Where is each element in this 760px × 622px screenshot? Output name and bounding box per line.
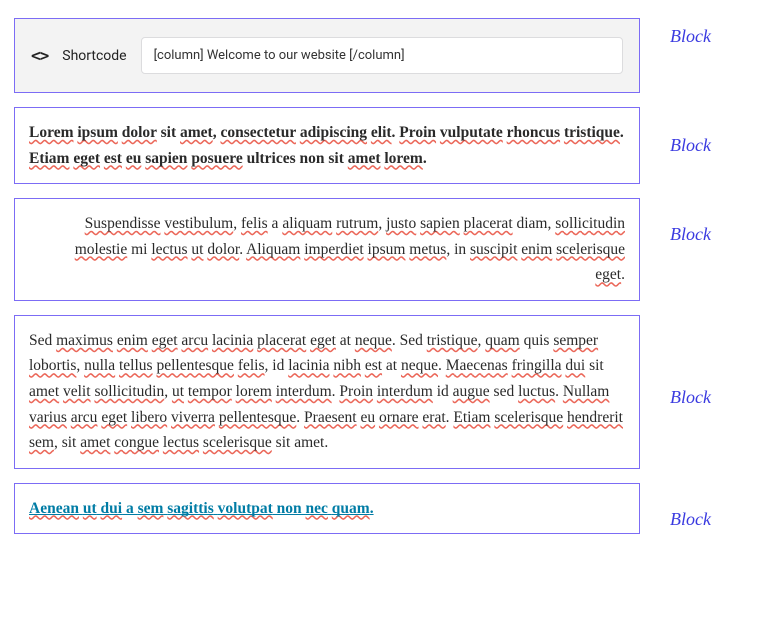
shortcode-input[interactable]	[141, 37, 623, 74]
shortcode-title: Shortcode	[62, 48, 126, 64]
block-label: Block	[670, 315, 746, 408]
heading-block-link[interactable]: Aenean ut dui a sem sagittis volutpat no…	[14, 483, 640, 535]
block-label: Block	[670, 483, 746, 530]
block-label: Block	[670, 18, 746, 47]
block-label: Block	[670, 107, 746, 156]
heading-link[interactable]: Aenean ut dui a sem sagittis volutpat no…	[29, 500, 374, 517]
paragraph-block-bold[interactable]: Lorem ipsum dolor sit amet, consectetur …	[14, 107, 640, 184]
block-label: Block	[670, 198, 746, 245]
shortcode-icon: <>	[31, 46, 48, 65]
shortcode-block: <> Shortcode	[14, 18, 640, 93]
paragraph-block[interactable]: Sed maximus enim eget arcu lacinia place…	[14, 315, 640, 469]
paragraph-block-right[interactable]: Suspendisse vestibulum, felis a aliquam …	[14, 198, 640, 301]
